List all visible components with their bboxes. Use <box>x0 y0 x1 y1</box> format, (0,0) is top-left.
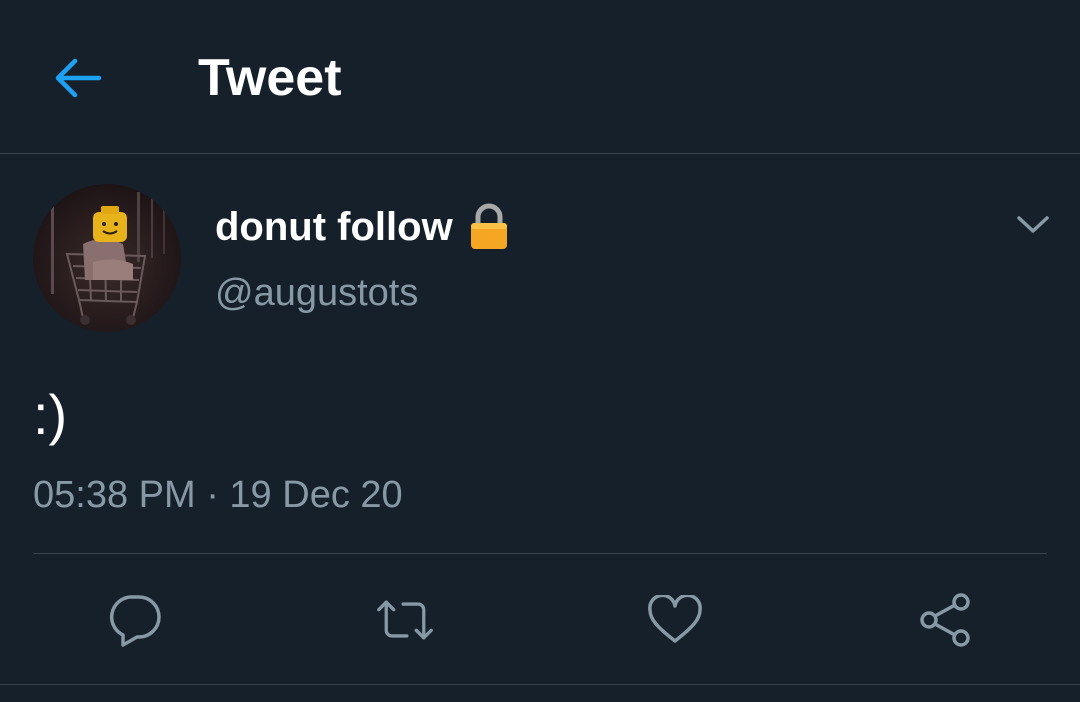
tweet-timestamp[interactable]: 05:38 PM · 19 Dec 20 <box>33 472 403 518</box>
page-title: Tweet <box>198 49 342 107</box>
like-button[interactable] <box>645 590 705 650</box>
share-icon <box>920 593 970 647</box>
more-options-button[interactable] <box>1010 202 1056 248</box>
reply-icon <box>109 595 161 647</box>
avatar[interactable] <box>33 184 181 332</box>
tweet-detail-screen: Tweet donut follow @augustots:) 05:38 P… <box>0 0 1080 702</box>
retweet-button[interactable] <box>375 590 435 650</box>
retweet-icon <box>377 600 433 640</box>
divider <box>33 553 1047 554</box>
back-button[interactable] <box>48 50 108 106</box>
chevron-down-icon <box>1017 216 1049 233</box>
display-name[interactable]: donut follow <box>215 205 453 250</box>
profile-photo <box>33 184 181 332</box>
arrow-left-icon <box>55 58 102 98</box>
share-button[interactable] <box>915 590 975 650</box>
author-name-row[interactable]: donut follow <box>215 200 511 254</box>
action-bar <box>0 580 1080 656</box>
lock-icon <box>467 203 511 251</box>
user-handle[interactable]: @augustots <box>215 270 418 316</box>
heart-icon <box>648 595 702 643</box>
divider <box>0 684 1080 685</box>
top-app-bar: Tweet <box>0 0 1080 154</box>
tweet-text: :) <box>33 383 68 446</box>
reply-button[interactable] <box>105 590 165 650</box>
